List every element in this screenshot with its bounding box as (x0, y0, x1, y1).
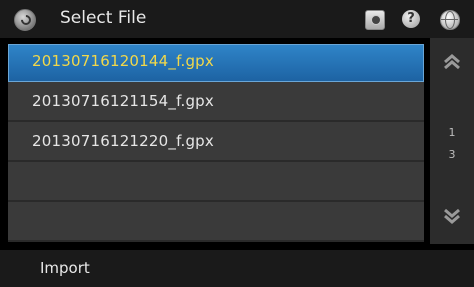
file-name: 20130716120144_f.gpx (32, 52, 214, 70)
camera-icon[interactable] (365, 10, 385, 30)
file-list: 20130716120144_f.gpx 20130716121154_f.gp… (8, 44, 424, 242)
scroll-down-icon[interactable] (442, 206, 462, 226)
list-item[interactable]: 20130716121220_f.gpx (8, 124, 424, 162)
scroll-up-icon[interactable] (442, 52, 462, 72)
help-icon[interactable]: ? (402, 10, 420, 28)
title-bar: Select File ? (0, 0, 474, 38)
list-item[interactable] (8, 164, 424, 202)
scrollbar[interactable]: 1 3 (430, 38, 474, 244)
globe-icon[interactable] (440, 10, 460, 30)
page-title: Select File (60, 8, 147, 28)
list-item[interactable] (8, 204, 424, 242)
bottom-bar: Import (0, 250, 474, 287)
file-name: 20130716121154_f.gpx (32, 92, 214, 110)
page-total: 3 (448, 148, 456, 161)
file-name: 20130716121220_f.gpx (32, 132, 214, 150)
list-item[interactable]: 20130716120144_f.gpx (8, 44, 424, 82)
back-icon[interactable] (14, 9, 36, 31)
import-button[interactable]: Import (40, 259, 90, 277)
page-current: 1 (448, 126, 456, 139)
list-item[interactable]: 20130716121154_f.gpx (8, 84, 424, 122)
